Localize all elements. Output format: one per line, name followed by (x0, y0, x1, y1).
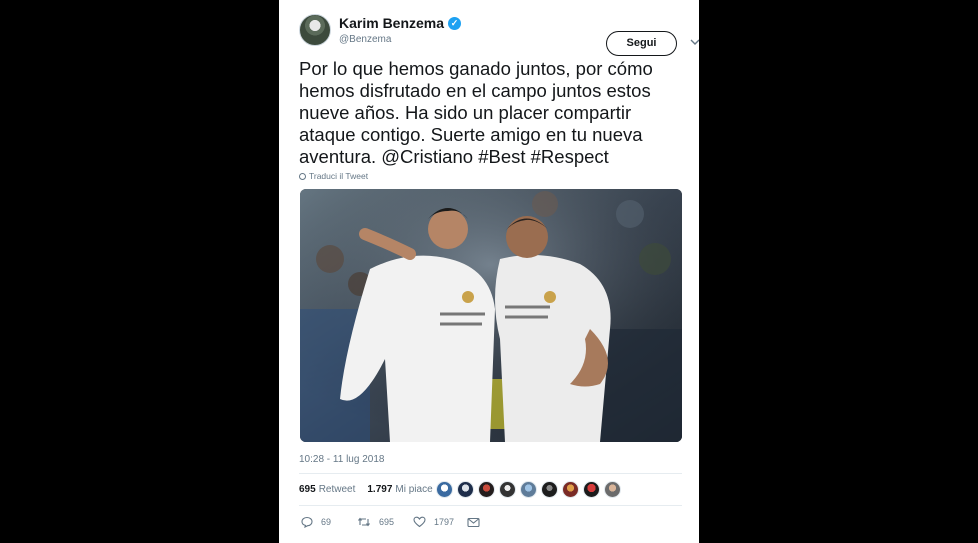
like-button[interactable]: 1797 (413, 516, 467, 528)
author-name-row[interactable]: Karim Benzema ✓ (339, 15, 462, 31)
reply-count: 69 (321, 517, 332, 527)
liker-avatar[interactable] (541, 481, 558, 498)
liker-avatar[interactable] (478, 481, 495, 498)
liker-avatar[interactable] (604, 481, 621, 498)
liker-avatar[interactable] (520, 481, 537, 498)
direct-message-button[interactable] (467, 516, 480, 528)
author-avatar[interactable] (299, 14, 331, 46)
retweet-stat-count: 695 (299, 484, 316, 495)
follow-button[interactable]: Segui (606, 31, 677, 56)
like-stat-count: 1.797 (367, 484, 393, 495)
tweet-timestamp[interactable]: 10:28 - 11 lug 2018 (299, 454, 384, 465)
verified-badge-icon: ✓ (448, 16, 462, 30)
reply-button[interactable]: 69 (301, 516, 357, 528)
retweet-stat-label: Retweet (318, 484, 356, 495)
like-count: 1797 (434, 517, 455, 527)
author-handle[interactable]: @Benzema (339, 34, 391, 45)
tweet-stats: 695 Retweet 1.797 Mi piace (299, 484, 445, 495)
heart-icon (413, 516, 426, 528)
tweet-card: Karim Benzema ✓ @Benzema Segui Por lo qu… (279, 0, 699, 543)
liker-avatar[interactable] (457, 481, 474, 498)
photo-illustration (300, 189, 682, 442)
liker-avatar[interactable] (562, 481, 579, 498)
translate-label[interactable]: Traduci il Tweet (309, 171, 368, 181)
liker-avatar[interactable] (499, 481, 516, 498)
tweet-photo[interactable] (300, 189, 682, 442)
tweet-header: Karim Benzema ✓ @Benzema Segui (299, 14, 699, 56)
divider-bottom (299, 505, 682, 506)
liker-avatars (436, 481, 621, 498)
tweet-text: Por lo que hemos ganado juntos, por cómo… (299, 58, 653, 167)
liker-avatar[interactable] (436, 481, 453, 498)
retweet-button[interactable]: 695 (357, 516, 413, 528)
author-name[interactable]: Karim Benzema (339, 15, 444, 31)
reply-icon (301, 516, 313, 528)
like-stat[interactable]: 1.797 Mi piace (367, 484, 432, 495)
tweet-actions: 69 695 1797 (301, 516, 480, 528)
retweet-count: 695 (379, 517, 395, 527)
translate-tweet-link[interactable]: Traduci il Tweet (299, 171, 368, 181)
chevron-down-icon[interactable] (689, 36, 699, 48)
retweet-stat[interactable]: 695 Retweet (299, 484, 355, 495)
liker-avatar[interactable] (583, 481, 600, 498)
like-stat-label: Mi piace (395, 484, 433, 495)
divider-top (299, 473, 682, 474)
globe-icon (299, 172, 306, 180)
envelope-icon (467, 517, 480, 527)
retweet-icon (358, 517, 370, 527)
